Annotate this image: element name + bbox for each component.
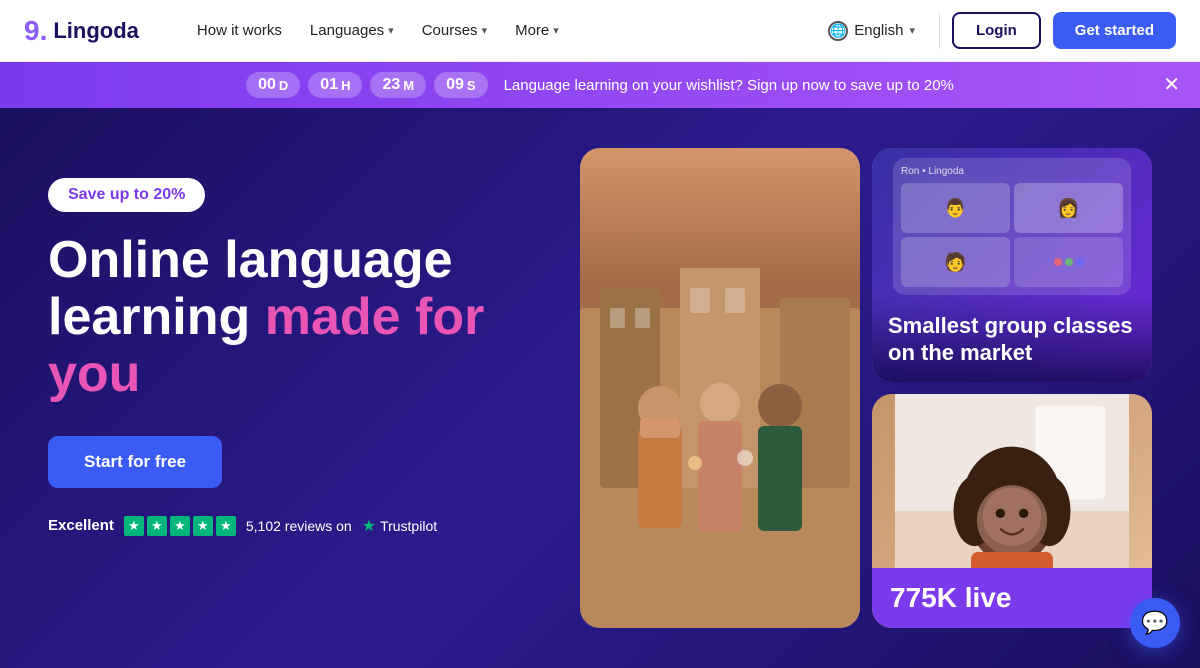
video-call-header: Ron • Lingoda	[901, 166, 1123, 177]
video-cell-3: 🧑	[901, 237, 1010, 287]
stat-number: 775K live	[890, 582, 1134, 614]
promo-text: Language learning on your wishlist? Sign…	[504, 77, 954, 94]
promo-banner: 00 D 01 H 23 M 09 S Language learning on…	[0, 62, 1200, 108]
nav-more[interactable]: More ▾	[505, 14, 569, 47]
hero-right: Ron • Lingoda 👨 👩 🧑	[580, 148, 1152, 628]
chat-icon: 💬	[1141, 610, 1168, 636]
countdown-minutes: 23 M	[370, 72, 426, 98]
trustpilot-logo: ★ Trustpilot	[362, 516, 437, 536]
hero-section: Save up to 20% Online language learning …	[0, 108, 1200, 668]
group-class-overlay: Smallest group classes on the market	[872, 297, 1152, 382]
trustpilot-star-icon: ★	[362, 516, 376, 536]
logo-icon: 9.	[24, 15, 47, 47]
hero-title-line3: you	[48, 345, 140, 403]
login-button[interactable]: Login	[952, 12, 1041, 49]
star-4: ★	[193, 516, 213, 536]
countdown: 00 D 01 H 23 M 09 S	[246, 72, 487, 98]
hero-main-image	[580, 148, 860, 628]
nav-how-it-works[interactable]: How it works	[187, 14, 292, 47]
navbar: 9. Lingoda How it works Languages ▾ Cour…	[0, 0, 1200, 62]
get-started-button[interactable]: Get started	[1053, 12, 1176, 49]
hero-title-accent: made for	[265, 288, 485, 346]
hero-title-line2: learning	[48, 288, 265, 346]
review-count: 5,102 reviews on	[246, 518, 352, 534]
star-1: ★	[124, 516, 144, 536]
nav-languages[interactable]: Languages ▾	[300, 14, 404, 47]
promo-close-button[interactable]: ✕	[1163, 75, 1180, 95]
language-chevron-icon: ▾	[909, 24, 915, 37]
star-5: ★	[216, 516, 236, 536]
courses-chevron-icon: ▾	[482, 24, 488, 37]
stars-row: ★ ★ ★ ★ ★	[124, 516, 236, 536]
stat-card: 775K live	[872, 568, 1152, 628]
star-3: ★	[170, 516, 190, 536]
group-class-text: Smallest group classes on the market	[888, 313, 1136, 366]
nav-courses[interactable]: Courses ▾	[412, 14, 497, 47]
hero-bottom-right-image: 775K live	[872, 394, 1152, 628]
hero-top-right-image: Ron • Lingoda 👨 👩 🧑	[872, 148, 1152, 382]
globe-icon: 🌐	[828, 21, 848, 41]
logo-text: Lingoda	[53, 18, 139, 44]
hero-left: Save up to 20% Online language learning …	[48, 148, 548, 628]
trustpilot-label: Excellent	[48, 517, 114, 534]
hero-title: Online language learning made for you	[48, 232, 548, 404]
languages-chevron-icon: ▾	[388, 24, 394, 37]
more-chevron-icon: ▾	[553, 24, 559, 37]
countdown-days: 00 D	[246, 72, 300, 98]
language-selector[interactable]: 🌐 English ▾	[816, 15, 927, 47]
countdown-hours: 01 H	[308, 72, 362, 98]
nav-divider	[939, 13, 940, 49]
star-2: ★	[147, 516, 167, 536]
hero-title-line1: Online language	[48, 231, 453, 289]
save-badge: Save up to 20%	[48, 178, 205, 212]
video-cell-4	[1014, 237, 1123, 287]
video-cell-2: 👩	[1014, 183, 1123, 233]
nav-links: How it works Languages ▾ Courses ▾ More …	[187, 14, 784, 47]
nav-right: 🌐 English ▾ Login Get started	[816, 12, 1176, 49]
start-for-free-button[interactable]: Start for free	[48, 436, 222, 488]
countdown-seconds: 09 S	[434, 72, 487, 98]
video-cell-1: 👨	[901, 183, 1010, 233]
trustpilot-row: Excellent ★ ★ ★ ★ ★ 5,102 reviews on ★ T…	[48, 516, 548, 536]
logo[interactable]: 9. Lingoda	[24, 15, 139, 47]
chat-button[interactable]: 💬	[1130, 598, 1180, 648]
